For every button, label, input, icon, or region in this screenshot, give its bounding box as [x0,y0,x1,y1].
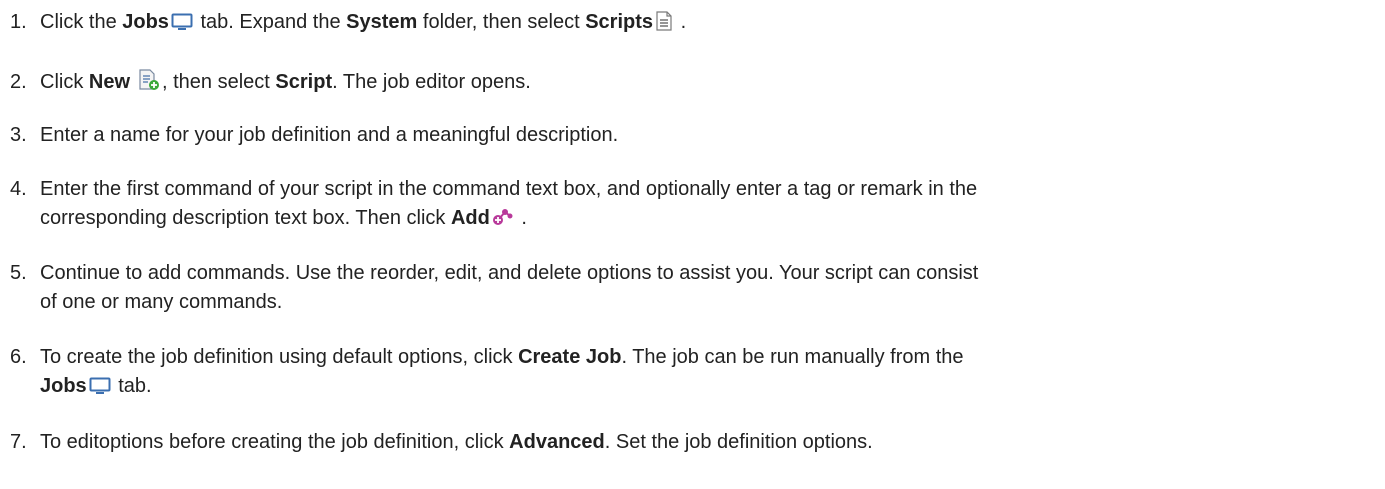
new-script-icon [138,69,160,100]
script-document-icon [655,11,673,40]
scripts-label: Scripts [585,11,654,33]
step-number: 1. [10,11,27,33]
step-number: 2. [10,71,27,93]
jobs-tab-label: Jobs [40,375,87,397]
step-number: 5. [10,262,27,284]
jobs-tab-label: Jobs [122,11,169,33]
create-job-label: Create Job [518,346,622,368]
system-folder-label: System [346,11,418,33]
script-option-label: Script [275,71,333,93]
step-text: Enter the first command of your script i… [40,175,1370,236]
step-text: Continue to add commands. Use the reorde… [40,262,979,313]
step-text: Enter a name for your job definition and… [40,124,619,146]
add-command-icon [492,207,514,236]
monitor-icon [89,375,111,404]
step-text: Click the Jobs tab. Expand the System fo… [40,8,1370,40]
add-button-label: Add [450,207,490,229]
new-button-label: New [88,71,131,93]
procedure-steps: 1. Click the Jobs tab. Expand the System… [0,0,1385,489]
step-text: To create the job definition using defau… [40,343,1370,404]
monitor-icon [171,11,193,40]
step-text: Click New, then select Script. The job e… [40,68,1370,100]
step-number: 4. [10,178,27,200]
advanced-label: Advanced [509,431,605,453]
step-number: 6. [10,346,27,368]
step-number: 3. [10,124,27,146]
step-text: To editoptions before creating the job d… [40,431,873,453]
step-number: 7. [10,431,27,453]
